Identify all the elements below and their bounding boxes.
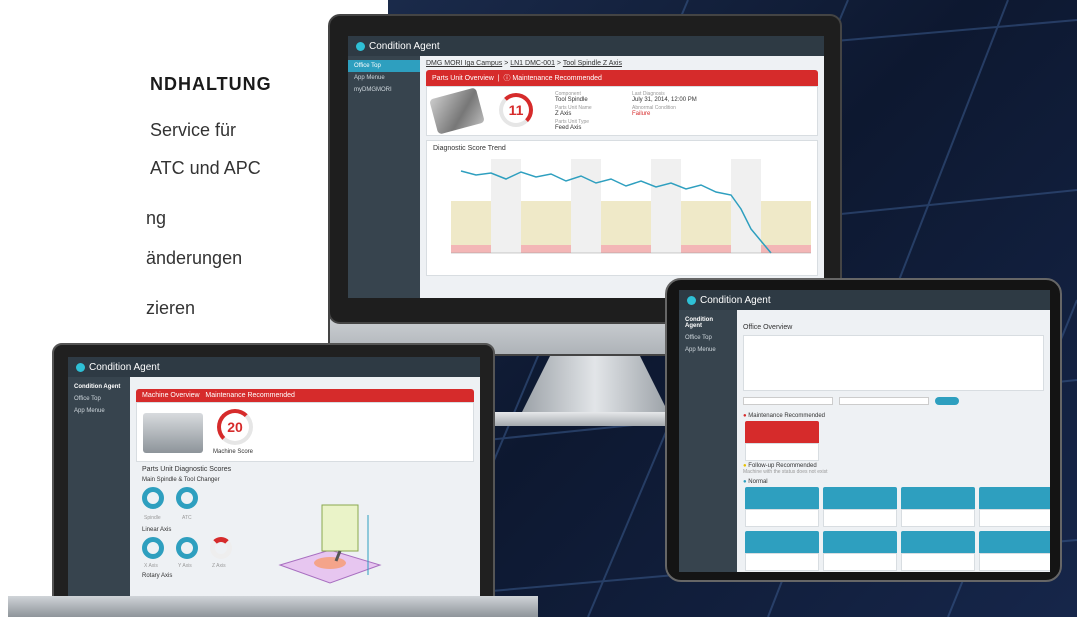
breadcrumb: [136, 381, 474, 389]
empty-message: Machine with the status does not exist: [743, 469, 828, 475]
breadcrumb-link[interactable]: Tool Spindle Z Axis: [563, 60, 622, 67]
search-button[interactable]: [935, 397, 959, 405]
y-axis-score-donut: [176, 537, 198, 559]
donut-label: Y Axis: [178, 563, 192, 569]
promo-heading: NDHALTUNG: [150, 74, 272, 94]
spindle-score-donut: [142, 487, 164, 509]
field-value: Failure: [632, 111, 651, 117]
sidebar-item-app-menu[interactable]: App Menue: [679, 344, 737, 356]
machine-tile-body: [823, 509, 897, 527]
breadcrumb: [743, 314, 1044, 324]
logo-icon: [356, 41, 365, 51]
app-title: Condition Agent: [700, 294, 771, 306]
sidebar: Condition Agent Office Top App Menue: [68, 377, 130, 605]
machine-tile-body: [823, 553, 897, 571]
sidebar-item-office-top[interactable]: Office Top: [68, 393, 130, 405]
app-title: Condition Agent: [369, 40, 440, 52]
filter-bar: [743, 397, 1044, 405]
breadcrumb-link[interactable]: LN1 DMC-001: [510, 60, 555, 67]
chart-title: Diagnostic Score Trend: [433, 145, 506, 152]
field-value: Z Axis: [555, 111, 572, 117]
machine-image: [143, 413, 203, 453]
field: Parts Unit Type Feed Axis: [555, 119, 589, 131]
page-title: Office Overview: [743, 324, 793, 331]
section-title: Parts Unit Diagnostic Scores: [142, 466, 232, 473]
promo-line: zieren: [146, 298, 196, 318]
normal-grid: [743, 485, 1050, 572]
laptop-base: [8, 596, 538, 617]
filter-input[interactable]: [743, 397, 833, 405]
promo-line: ATC und APC: [150, 158, 261, 178]
machine-tile-body: [979, 553, 1050, 571]
machine-diagram: [278, 504, 382, 584]
main-content: Machine Overview Maintenance Recommended…: [130, 377, 480, 605]
filter-input[interactable]: [839, 397, 929, 405]
donut-label: Spindle: [144, 515, 161, 521]
field: Last Diagnosis July 31, 2014, 12:00 PM: [632, 91, 697, 103]
promo-line: änderungen: [146, 248, 243, 268]
banner-title: Parts Unit Overview: [432, 75, 494, 82]
field: Abnormal Condition Failure: [632, 105, 676, 117]
sidebar-item-app-menu[interactable]: App Menue: [68, 405, 130, 417]
laptop: Condition Agent Condition Agent Office T…: [52, 343, 495, 605]
app-title: Condition Agent: [89, 361, 160, 373]
field-value: Feed Axis: [555, 125, 582, 131]
banner-alert: Maintenance Recommended: [205, 392, 295, 399]
maintenance-row: [743, 419, 1044, 463]
logo-icon: [76, 362, 85, 372]
sidebar: Office Top App Menue myDMGMORI: [348, 56, 420, 298]
donut-label: X Axis: [144, 563, 158, 569]
machine-tile-body: [745, 509, 819, 527]
score-gauge: 11: [499, 93, 533, 127]
machine-tile-body: [979, 509, 1050, 527]
banner-alert: Maintenance Recommended: [512, 75, 602, 82]
machine-tile-body: [901, 509, 975, 527]
machine-card: 20 Machine Score: [136, 402, 474, 462]
score-label: Machine Score: [213, 449, 254, 455]
machine-tile-body: [901, 553, 975, 571]
machine-tile-body: [745, 443, 819, 461]
sidebar: Condition Agent Office Top App Menue: [679, 310, 737, 572]
tablet: Condition Agent Condition Agent Office T…: [665, 278, 1062, 582]
sidebar-item-app-menu[interactable]: App Menue: [348, 72, 420, 84]
promo-line: ng: [146, 208, 167, 228]
app-topbar: Condition Agent: [68, 357, 480, 377]
parts-unit-card: 11 Component Tool Spindle Last Diagnosis…: [426, 86, 818, 136]
main-content: DMG MORI Iga Campus > LN1 DMC-001 > Tool…: [420, 56, 824, 298]
machine-tile-body: [745, 553, 819, 571]
spindle-image: [429, 87, 485, 135]
tablet-screen: Condition Agent Condition Agent Office T…: [679, 290, 1050, 572]
app-topbar: Condition Agent: [348, 36, 824, 56]
promo-line: Service für: [150, 120, 237, 140]
field: Parts Unit Name Z Axis: [555, 105, 592, 117]
logo-icon: [687, 295, 696, 305]
field-value: Tool Spindle: [555, 97, 588, 103]
donut-label: ATC: [182, 515, 192, 521]
z-axis-score-donut: [210, 537, 232, 559]
sidebar-header: Condition Agent: [685, 317, 713, 329]
status-banner: Parts Unit Overview | ⓘ Maintenance Reco…: [426, 70, 818, 86]
banner-title: Machine Overview: [142, 392, 200, 399]
donut-label: Z Axis: [212, 563, 226, 569]
field-value: July 31, 2014, 12:00 PM: [632, 97, 697, 103]
field: Component Tool Spindle: [555, 91, 588, 103]
machine-score-gauge: 20: [217, 409, 253, 445]
atc-score-donut: [176, 487, 198, 509]
breadcrumb: DMG MORI Iga Campus > LN1 DMC-001 > Tool…: [426, 60, 622, 67]
sidebar-item-mydmgmori[interactable]: myDMGMORI: [348, 84, 420, 96]
sidebar-header: Condition Agent: [74, 384, 121, 390]
main-content: Office Overview ● Maintenance Recommende…: [737, 310, 1050, 572]
monitor-screen: Condition Agent Office Top App Menue myD…: [348, 36, 824, 298]
trend-chart-card: Diagnostic Score Trend: [426, 140, 818, 276]
status-banner: Machine Overview Maintenance Recommended: [136, 389, 474, 402]
breadcrumb-link[interactable]: DMG MORI Iga Campus: [426, 60, 502, 67]
x-axis-score-donut: [142, 537, 164, 559]
sidebar-item-office-top[interactable]: Office Top: [679, 332, 737, 344]
office-summary-card: [743, 335, 1044, 391]
sidebar-item-office-top[interactable]: Office Top: [348, 60, 420, 72]
laptop-screen: Condition Agent Condition Agent Office T…: [68, 357, 480, 605]
app-topbar: Condition Agent: [679, 290, 1050, 310]
alert-icon: ⓘ: [503, 75, 511, 82]
trend-chart: [451, 159, 811, 254]
